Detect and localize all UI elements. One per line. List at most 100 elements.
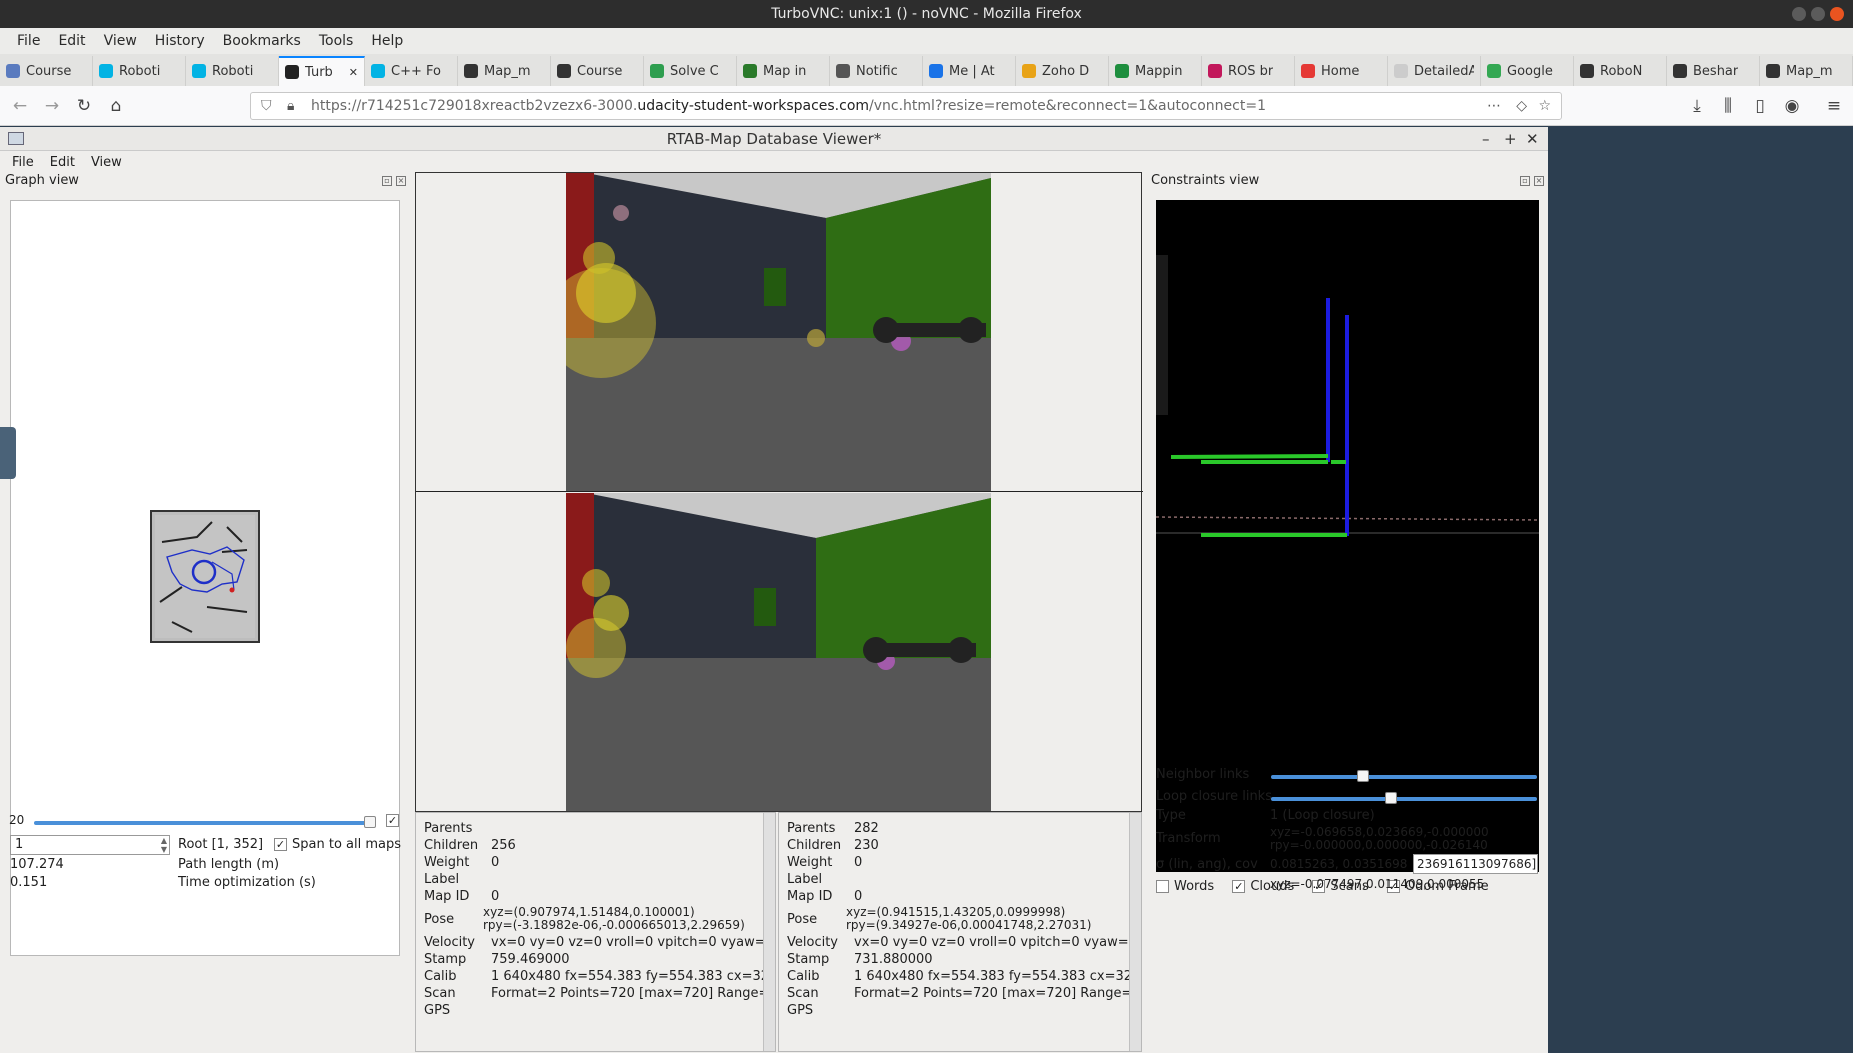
constraints-float-icon[interactable]: ▫ [1520,176,1530,186]
url-domain: udacity-student-workspaces.com [637,98,870,114]
menu-view[interactable]: View [95,33,146,49]
left-info-scrollbar[interactable] [763,813,775,1051]
url-bar[interactable]: ⛉ 🔒︎ https://r714251c729018xreactb2vzezx… [250,92,1562,120]
left-children-row: Children 256 [424,838,516,853]
tab-5[interactable]: Map_m [458,56,551,86]
span-all-maps-checkbox[interactable]: ✓ [274,838,287,851]
rtabmap-window: RTAB-Map Database Viewer* – + ✕ File Edi… [0,127,1548,1053]
tab-14[interactable]: Home [1295,56,1388,86]
vnc-viewport[interactable]: RTAB-Map Database Viewer* – + ✕ File Edi… [0,127,1853,1053]
tab-4[interactable]: C++ Fo [365,56,458,86]
page-actions-icon[interactable]: ⋯ [1487,93,1501,119]
tab-18[interactable]: Beshar [1667,56,1760,86]
menu-edit[interactable]: Edit [49,33,94,49]
back-icon[interactable]: ← [8,94,32,118]
right-scan-row: Scan Format=2 Points=720 [max=720] Range=… [787,986,1141,1001]
bookmark-star-icon[interactable]: ☆ [1538,93,1551,119]
app-menu-view[interactable]: View [83,155,130,170]
tab-19[interactable]: Map_m [1760,56,1853,86]
graph-slider[interactable] [34,816,376,828]
tab-8[interactable]: Map in [737,56,830,86]
loop-links-slider[interactable] [1271,792,1537,804]
tab-label: Map in [763,63,807,79]
app-menu-edit[interactable]: Edit [42,155,83,170]
right-label-row: Label [787,872,822,887]
value: 0 [854,889,863,904]
pocket-icon[interactable]: ◇ [1516,93,1527,119]
loop-links-knob[interactable] [1385,792,1398,804]
graph-view-close-icon[interactable]: × [396,176,406,186]
tab-15[interactable]: DetailedA [1388,56,1481,86]
menu-bookmarks[interactable]: Bookmarks [214,33,310,49]
spin-arrows-icon[interactable]: ▲ ▼ [161,836,167,854]
constraints-close-icon[interactable]: × [1534,176,1544,186]
tab-16[interactable]: Google [1481,56,1574,86]
tab-6[interactable]: Course [551,56,644,86]
sidebar-icon[interactable]: ▯ [1748,94,1772,118]
label: Pose [424,912,455,927]
app-menu-file[interactable]: File [4,155,42,170]
words-checkbox[interactable] [1156,880,1169,893]
transform-rpy: rpy=-0.000000,0.000000,-0.026140 [1270,838,1488,852]
neighbor-links-slider[interactable] [1271,770,1537,782]
label: Label [787,872,823,887]
home-icon [1301,64,1315,78]
google-icon [1487,64,1501,78]
hamburger-menu-icon[interactable]: ≡ [1822,94,1846,118]
shield-icon[interactable]: ⛉ [261,93,272,119]
tab-3[interactable]: Turb ✕ [279,56,365,86]
home-icon[interactable]: ⌂ [104,94,128,118]
image-view-top[interactable] [566,173,991,491]
tab-13[interactable]: ROS br [1202,56,1295,86]
clouds-checkbox[interactable]: ✓ [1232,880,1246,893]
library-icon[interactable]: ⫼ [1716,94,1740,118]
app-maximize-icon[interactable]: + [1504,127,1517,151]
app-minimize-icon[interactable]: – [1482,127,1490,151]
tab-17[interactable]: RoboN [1574,56,1667,86]
tab-0[interactable]: Course [0,56,93,86]
covariance-field[interactable]: 236916113097686] [1413,854,1538,874]
lock-icon[interactable]: 🔒︎ [287,93,294,119]
right-info-scrollbar[interactable] [1129,813,1141,1051]
app-close-icon[interactable]: ✕ [1526,127,1539,151]
menu-help[interactable]: Help [362,33,412,49]
downloads-icon[interactable]: ⤓ [1685,94,1709,118]
neighbor-links-knob[interactable] [1357,770,1370,782]
time-opt-label: Time optimization (s) [178,875,316,890]
tab-9[interactable]: Notific [830,56,923,86]
tab-10[interactable]: Me | At [923,56,1016,86]
label: Calib [787,969,820,984]
graph-slider-value: 20 [9,813,25,827]
graph-slider-knob[interactable] [364,816,376,828]
sigma-value: 0.0815263, 0.0351698 [1270,857,1408,871]
doc-icon [1115,64,1129,78]
node-info-right: Parents 282 Children 230 Weight 0 Label Map… [778,812,1142,1052]
minimize-button[interactable] [1792,7,1806,21]
left-calib-row: Calib 1 640x480 fx=554.383 fy=554.383 cx=… [424,969,775,984]
tab-strip: Course Roboti Roboti Turb ✕ C++ Fo Map_m Course… [0,54,1853,86]
image-view-bottom[interactable] [566,493,991,811]
words-label: Words [1174,879,1215,894]
tab-11[interactable]: Zoho D [1016,56,1109,86]
graph-view-float-icon[interactable]: ▫ [382,176,392,186]
reload-icon[interactable]: ↻ [72,94,96,118]
menu-tools[interactable]: Tools [310,33,363,49]
close-window-button[interactable] [1830,7,1844,21]
close-tab-icon[interactable]: ✕ [349,66,358,79]
value: 1 640x480 fx=554.383 fy=554.383 cx=320.5… [491,969,776,984]
value: 759.469000 [491,952,570,967]
map-id-spinbox[interactable]: 1 ▲ ▼ [10,835,170,855]
novnc-control-handle[interactable] [0,427,16,479]
menu-history[interactable]: History [146,33,214,49]
tab-1[interactable]: Roboti [93,56,186,86]
account-icon[interactable]: ◉ [1780,94,1804,118]
maximize-button[interactable] [1811,7,1825,21]
graph-slider-checkbox[interactable]: ✓ [386,814,399,827]
occupancy-map[interactable] [150,510,260,643]
tab-2[interactable]: Roboti [186,56,279,86]
forward-icon[interactable]: → [40,94,64,118]
tab-7[interactable]: Solve C [644,56,737,86]
tab-12[interactable]: Mappin [1109,56,1202,86]
value: Format=2 Points=720 [max=720] Range=[0.1 [491,986,776,1001]
menu-file[interactable]: File [8,33,49,49]
